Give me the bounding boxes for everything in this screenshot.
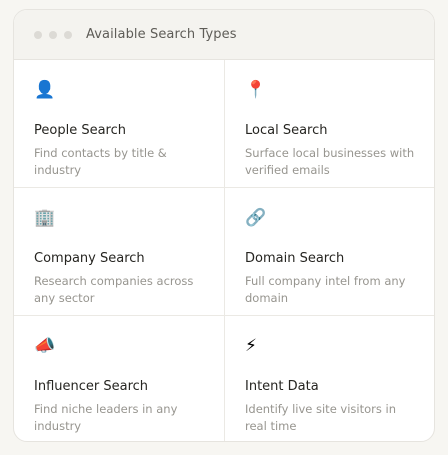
search-type-title: Influencer Search (34, 379, 149, 394)
chain-link-icon: 🔗 (245, 208, 267, 228)
search-type-title: People Search (34, 123, 126, 138)
search-type-title: Company Search (34, 251, 145, 266)
map-pin-icon: 📍 (245, 80, 267, 100)
search-type-title: Local Search (245, 123, 328, 138)
search-type-title: Intent Data (245, 379, 319, 394)
search-type-description: Identify live site visitors in real time (245, 402, 397, 433)
person-silhouette-icon: 👤 (34, 80, 56, 100)
panel-titlebar: Available Search Types (14, 10, 434, 60)
lightning-bolt-icon: ⚡ (245, 336, 257, 356)
search-type-company[interactable]: 🏢 Company Search Research companies acro… (14, 188, 225, 316)
search-types-panel: Available Search Types 👤 People Search F… (13, 9, 435, 442)
search-type-domain[interactable]: 🔗 Domain Search Full company intel from … (225, 188, 434, 316)
megaphone-icon: 📣 (34, 336, 56, 356)
search-type-description: Research companies across any sector (34, 274, 194, 305)
search-type-description: Find contacts by title & industry (34, 146, 167, 177)
window-dots (34, 30, 72, 39)
office-building-icon: 🏢 (34, 208, 56, 228)
search-type-title: Domain Search (245, 251, 345, 266)
search-type-description: Find niche leaders in any industry (34, 402, 178, 433)
search-type-description: Surface local businesses with verified e… (245, 146, 415, 177)
window-dot-3 (64, 30, 72, 39)
window-dot-1 (34, 30, 42, 39)
search-type-description: Full company intel from any domain (245, 274, 406, 305)
search-types-grid: 👤 People Search Find contacts by title &… (14, 60, 434, 441)
search-type-influencer[interactable]: 📣 Influencer Search Find niche leaders i… (14, 316, 225, 441)
window-dot-2 (49, 30, 57, 39)
search-type-intent[interactable]: ⚡ Intent Data Identify live site visitor… (225, 316, 434, 441)
search-type-local[interactable]: 📍 Local Search Surface local businesses … (225, 60, 434, 188)
search-type-people[interactable]: 👤 People Search Find contacts by title &… (14, 60, 225, 188)
panel-title: Available Search Types (86, 27, 237, 42)
